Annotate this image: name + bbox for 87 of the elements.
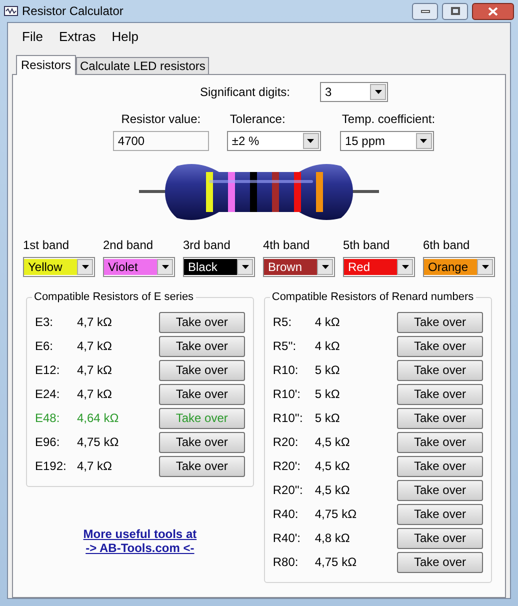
take-over-button[interactable]: Take over [158, 360, 245, 380]
field-label: Resistor value: [121, 111, 201, 128]
take-over-button[interactable]: Take over [397, 384, 483, 404]
band-color-dropdown[interactable]: Violet [103, 257, 175, 277]
series-name: R20': [272, 458, 302, 475]
series-name: R5: [272, 314, 293, 331]
band-color-dropdown[interactable]: Red [343, 257, 415, 277]
resistance-value: 4,7 kΩ [77, 458, 113, 475]
band-color-dropdown[interactable]: Orange [423, 257, 495, 277]
series-name: E12: [35, 362, 61, 379]
take-over-button[interactable]: Take over [158, 312, 245, 332]
group-title: Compatible Resistors of Renard numbers [270, 290, 476, 304]
series-name: E3: [35, 314, 54, 331]
series-name: E6: [35, 338, 54, 355]
resistance-value: 4,5 kΩ [314, 482, 351, 499]
field-label: Significant digits: [200, 84, 290, 101]
take-over-button[interactable]: Take over [158, 456, 245, 476]
series-name: R10': [272, 386, 302, 403]
field-label: Temp. coefficient: [342, 111, 436, 128]
take-over-button[interactable]: Take over [397, 504, 483, 524]
resistance-value: 4,5 kΩ [314, 458, 351, 475]
take-over-button[interactable]: Take over [397, 360, 483, 380]
resistance-value: 4,8 kΩ [314, 530, 351, 547]
significant-digits-dropdown[interactable]: 3 [320, 82, 388, 102]
resistance-value: 4 kΩ [314, 314, 341, 331]
resistance-value: 4 kΩ [314, 338, 341, 355]
resistance-value: 4,75 kΩ [314, 554, 358, 571]
series-name: R40': [272, 530, 302, 547]
tools-link[interactable]: More useful tools at -> AB-Tools.com <- [83, 527, 197, 555]
take-over-button[interactable]: Take over [397, 480, 483, 500]
resistance-value: 4,5 kΩ [314, 434, 351, 451]
series-name: R20: [272, 434, 300, 451]
resistance-value: 4,75 kΩ [314, 506, 358, 523]
resistor-value-field[interactable]: 4700 [112, 131, 209, 151]
group-title: Compatible Resistors of E series [32, 290, 196, 304]
resistance-value: 4,64 kΩ [77, 410, 120, 427]
close-icon [488, 6, 498, 16]
resistance-value: 5 kΩ [314, 410, 341, 427]
close-button[interactable] [472, 2, 514, 20]
field-label: Tolerance: [230, 111, 286, 128]
band-label: 1st band [23, 237, 70, 254]
series-name: E192: [35, 458, 68, 475]
take-over-button[interactable]: Take over [158, 336, 245, 356]
resistance-value: 4,7 kΩ [77, 362, 113, 379]
resistance-value: 4,7 kΩ [77, 386, 113, 403]
series-name: R10'': [272, 410, 304, 427]
band-color-dropdown[interactable]: Yellow [23, 257, 95, 277]
take-over-button[interactable]: Take over [397, 408, 483, 428]
resistance-value: 5 kΩ [314, 386, 341, 403]
menu-item[interactable]: File [16, 27, 49, 47]
take-over-button[interactable]: Take over [397, 336, 483, 356]
band-label: 6th band [423, 237, 471, 254]
resistance-value: 4,7 kΩ [77, 338, 113, 355]
series-name: R40: [272, 506, 300, 523]
app-icon [4, 6, 18, 16]
band-label: 2nd band [103, 237, 154, 254]
menu-item[interactable]: Help [106, 27, 145, 47]
band-label: 5th band [343, 237, 391, 254]
window-title: Resistor Calculator [22, 3, 124, 20]
resistance-value: 4,75 kΩ [77, 434, 120, 451]
tab[interactable]: Resistors [16, 55, 76, 75]
series-name: E48: [35, 410, 61, 427]
take-over-button[interactable]: Take over [397, 552, 483, 572]
band-color-dropdown[interactable]: Black [183, 257, 255, 277]
band-label: 4th band [263, 237, 311, 254]
band-label: 3rd band [183, 237, 232, 254]
minimize-button[interactable] [412, 2, 438, 20]
take-over-button[interactable]: Take over [397, 432, 483, 452]
take-over-button[interactable]: Take over [397, 528, 483, 548]
take-over-button[interactable]: Take over [158, 384, 245, 404]
maximize-button[interactable] [442, 2, 468, 20]
series-name: R5'': [272, 338, 298, 355]
temp-coefficient-dropdown[interactable]: 15 ppm [340, 131, 434, 151]
series-name: R10: [272, 362, 300, 379]
resistance-value: 4,7 kΩ [77, 314, 113, 331]
tolerance-dropdown[interactable]: ±2 % [226, 131, 321, 151]
take-over-button[interactable]: Take over [397, 312, 483, 332]
resistance-value: 5 kΩ [314, 362, 341, 379]
band-color-dropdown[interactable]: Brown [263, 257, 335, 277]
take-over-button[interactable]: Take over [158, 432, 245, 452]
menu-item[interactable]: Extras [52, 27, 102, 47]
series-name: R80: [272, 554, 300, 571]
series-name: E96: [35, 434, 61, 451]
series-name: R20'': [272, 482, 304, 499]
tab[interactable]: Calculate LED resistors [76, 57, 210, 74]
series-name: E24: [35, 386, 61, 403]
take-over-button[interactable]: Take over [397, 456, 483, 476]
